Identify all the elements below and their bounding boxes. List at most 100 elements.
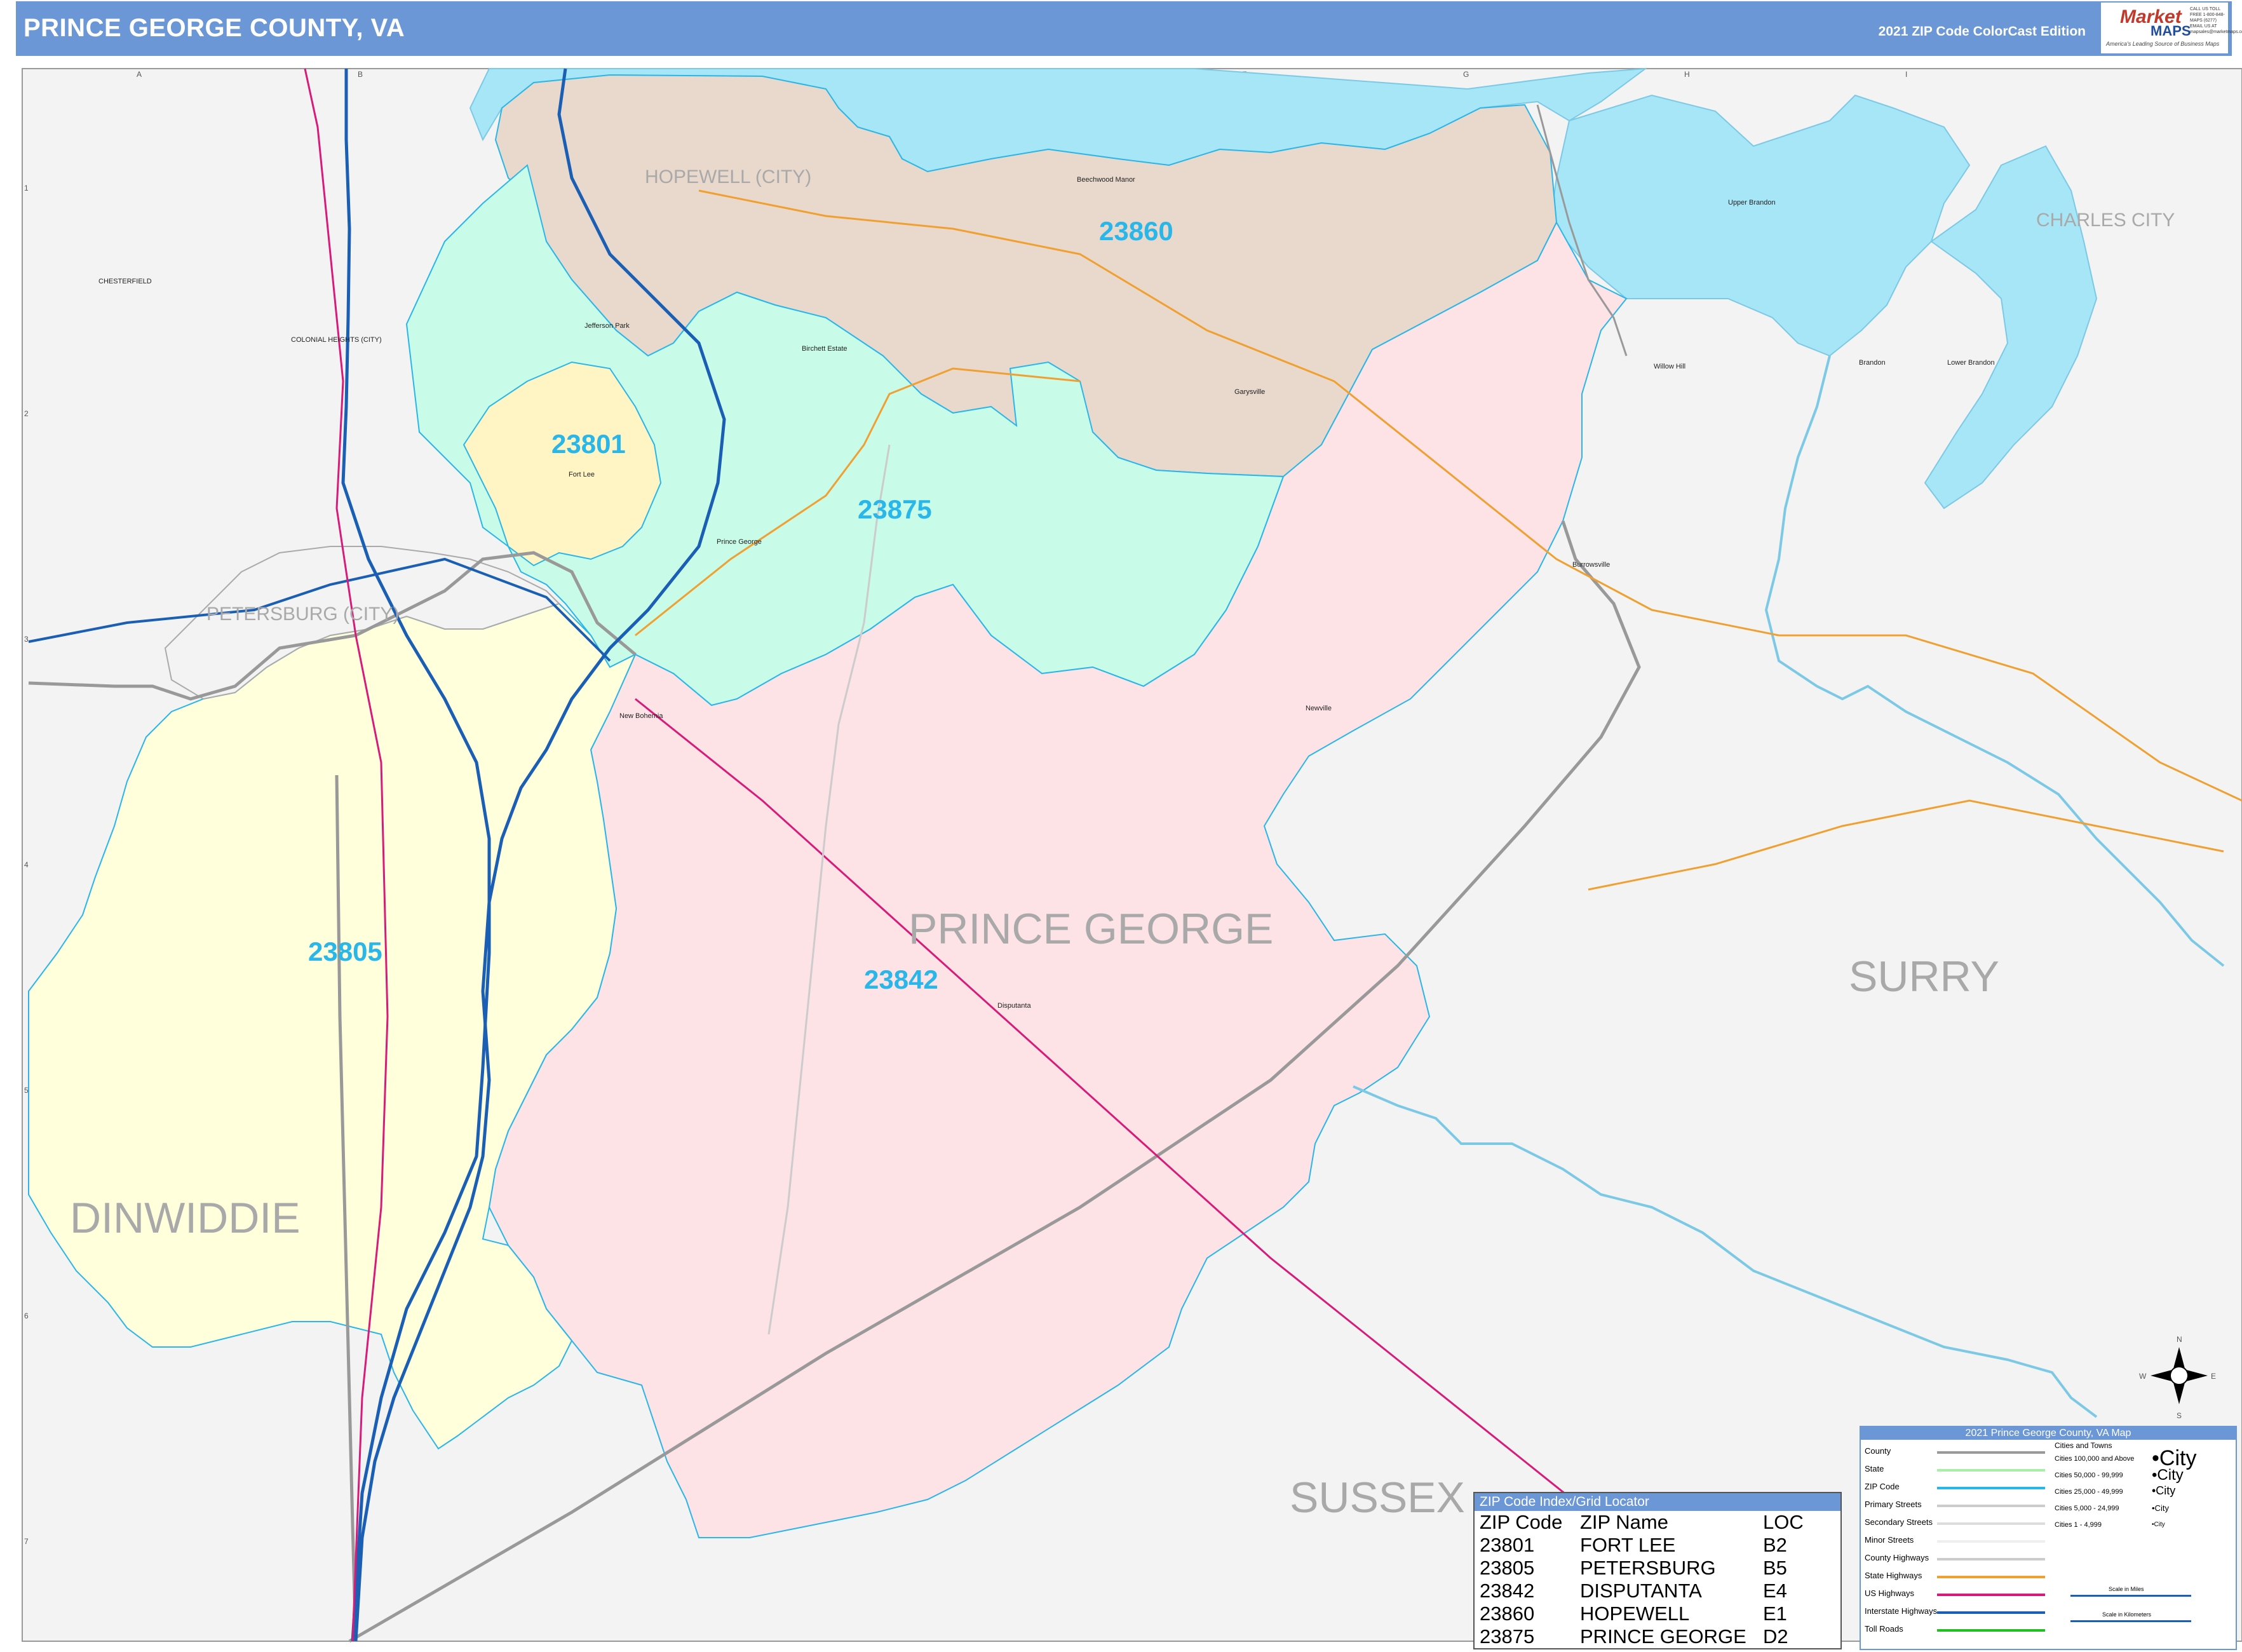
city-label-chesterfield: CHESTERFIELD [98, 278, 152, 285]
grid-row-1: 1 [24, 184, 29, 193]
legend-item-county-hwy: County Highways [1865, 1553, 1929, 1562]
grid-row-7: 7 [24, 1537, 29, 1546]
table-row[interactable]: 23860 HOPEWELL E1 [1477, 1602, 1806, 1625]
zip-loc-cell: B2 [1763, 1534, 1787, 1556]
zip-index-table: ZIP Code ZIP Name LOC 23801 FORT LEE B2 … [1477, 1511, 1806, 1648]
zip-index-panel: ZIP Code Index/Grid Locator ZIP Code ZIP… [1473, 1492, 1842, 1649]
place-burrowsville: Burrowsville [1572, 561, 1610, 569]
legend-city-class-label: Cities 50,000 - 99,999 [2055, 1472, 2123, 1479]
zip-name-cell: FORT LEE [1580, 1534, 1676, 1556]
legend-swatch-county-hwy [1937, 1558, 2045, 1561]
legend-item-state: State [1865, 1464, 1884, 1473]
legend-swatch-us-hwy [1937, 1594, 2045, 1596]
county-label-surry: SURRY [1849, 952, 1999, 1001]
place-willow-hill: Willow Hill [1654, 363, 1685, 370]
zip-loc-cell: E4 [1763, 1580, 1787, 1602]
legend-swatch-zip [1937, 1487, 2045, 1489]
legend-city-class-label: Cities 25,000 - 49,999 [2055, 1488, 2123, 1496]
grid-col-h: H [1684, 70, 1690, 79]
zip-loc-cell: D2 [1763, 1625, 1788, 1648]
zip-code-cell: 23805 [1480, 1557, 1535, 1579]
zip-code-cell: 23875 [1480, 1625, 1535, 1648]
grid-row-4: 4 [24, 860, 29, 869]
zip-code-cell: 23860 [1480, 1602, 1535, 1625]
zip-code-cell: 23801 [1480, 1534, 1535, 1556]
table-row[interactable]: 23842 DISPUTANTA E4 [1477, 1580, 1806, 1602]
compass-w: W [2139, 1372, 2147, 1381]
legend-city-class-label: Cities 1 - 4,999 [2055, 1521, 2102, 1529]
city-label-charles-city: CHARLES CITY [2036, 210, 2175, 231]
place-birchett-estate: Birchett Estate [802, 345, 848, 353]
legend-city-class-label: Cities 5,000 - 24,999 [2055, 1505, 2119, 1512]
county-label-prince-george: PRINCE GEORGE [908, 905, 1273, 953]
legend-scale-miles: Scale in Miles [2109, 1586, 2144, 1592]
legend-item-primary: Primary Streets [1865, 1500, 1922, 1509]
county-label-dinwiddie: DINWIDDIE [70, 1194, 301, 1242]
legend-swatch-state-hwy [1937, 1576, 2045, 1578]
zip-loc-cell: E1 [1763, 1602, 1787, 1625]
zip-label-23842: 23842 [864, 965, 938, 994]
table-row[interactable]: 23875 PRINCE GEORGE D2 [1477, 1625, 1806, 1648]
zip-name-cell: PRINCE GEORGE [1580, 1625, 1746, 1648]
legend-scale-miles-bar [2070, 1595, 2191, 1597]
place-jefferson-park: Jefferson Park [584, 322, 630, 330]
legend-item-zip: ZIP Code [1865, 1482, 1900, 1491]
legend-swatch-minor [1937, 1540, 2045, 1543]
zip-name-cell: HOPEWELL [1580, 1602, 1690, 1625]
zip-label-23875: 23875 [858, 494, 932, 524]
legend-city-class-sample: •City [2152, 1521, 2165, 1528]
legend-city-class-sample: •City [2152, 1466, 2184, 1484]
legend-swatch-primary [1937, 1505, 2045, 1507]
legend-swatch-secondary [1937, 1522, 2045, 1525]
legend-scale-km-bar [2070, 1620, 2191, 1622]
map-legend: 2021 Prince George County, VA Map County… [1860, 1426, 2237, 1650]
legend-city-class-sample: •City [2152, 1484, 2176, 1497]
zip-loc-cell: B5 [1763, 1557, 1787, 1579]
zip-index-col-zip: ZIP Code [1480, 1511, 1563, 1533]
city-label-hopewell: HOPEWELL (CITY) [645, 166, 811, 187]
zip-index-header-row: ZIP Code ZIP Name LOC [1477, 1511, 1806, 1534]
grid-row-5: 5 [24, 1086, 29, 1095]
place-upper-brandon: Upper Brandon [1728, 199, 1776, 207]
grid-row-2: 2 [24, 409, 29, 418]
table-row[interactable]: 23801 FORT LEE B2 [1477, 1534, 1806, 1557]
legend-item-state-hwy: State Highways [1865, 1571, 1922, 1580]
zip-code-cell: 23842 [1480, 1580, 1535, 1602]
zip-label-23860: 23860 [1099, 216, 1173, 246]
map-canvas[interactable]: A B C D E F G H I 1 2 3 4 5 6 7 [0, 0, 2242, 1652]
legend-scale-km: Scale in Kilometers [2102, 1611, 2152, 1618]
zip-index-title: ZIP Code Index/Grid Locator [1475, 1493, 1840, 1511]
place-new-bohemia: New Bohemia [619, 712, 663, 720]
grid-col-b: B [358, 70, 363, 79]
legend-item-secondary: Secondary Streets [1865, 1517, 1933, 1527]
grid-col-a: A [137, 70, 142, 79]
zip-index-col-name: ZIP Name [1580, 1511, 1668, 1533]
legend-title: 2021 Prince George County, VA Map [1861, 1427, 2236, 1440]
place-brandon: Brandon [1859, 359, 1886, 367]
compass-n: N [2177, 1335, 2182, 1344]
zip-label-23805: 23805 [308, 937, 382, 966]
zip-name-cell: DISPUTANTA [1580, 1580, 1702, 1602]
legend-item-county: County [1865, 1446, 1891, 1456]
legend-item-minor: Minor Streets [1865, 1535, 1914, 1545]
city-label-petersburg: PETERSBURG (CITY) [206, 604, 399, 625]
place-newville: Newville [1306, 705, 1332, 712]
grid-row-3: 3 [24, 635, 29, 644]
legend-city-class-label: Cities 100,000 and Above [2055, 1455, 2135, 1463]
legend-swatch-toll [1937, 1629, 2045, 1632]
place-prince-george: Prince George [717, 538, 762, 546]
place-garysville: Garysville [1234, 388, 1265, 396]
zip-label-23801: 23801 [551, 429, 626, 459]
compass-s: S [2177, 1411, 2182, 1420]
legend-swatch-interstate [1937, 1611, 2045, 1614]
zip-index-col-loc: LOC [1763, 1511, 1804, 1533]
place-beechwood-manor: Beechwood Manor [1077, 176, 1135, 184]
place-lower-brandon: Lower Brandon [1947, 359, 1995, 367]
table-row[interactable]: 23805 PETERSBURG B5 [1477, 1557, 1806, 1580]
legend-item-interstate: Interstate Highways [1865, 1606, 1938, 1616]
place-fort-lee: Fort Lee [569, 471, 595, 478]
legend-swatch-county [1937, 1451, 2045, 1454]
legend-city-class-sample: •City [2152, 1503, 2169, 1513]
zip-name-cell: PETERSBURG [1580, 1557, 1716, 1579]
grid-col-g: G [1463, 70, 1469, 79]
